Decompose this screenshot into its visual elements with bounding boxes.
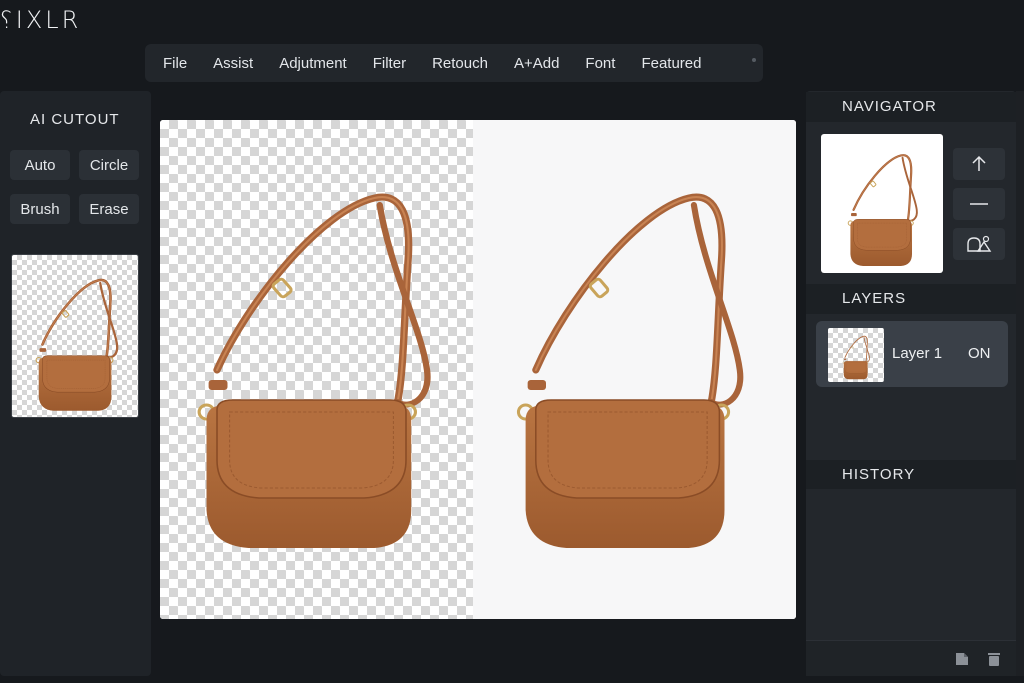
circle-button[interactable]: Circle [79,150,139,180]
navigator-image [847,154,919,268]
navigator-header: NAVIGATOR [806,92,1016,122]
menu-assist[interactable]: Assist [203,55,263,72]
panel-title: AI CUTOUT [30,111,120,128]
shapes-icon[interactable] [953,228,1005,260]
auto-button[interactable]: Auto [10,150,70,180]
bag-cutout-image [160,120,473,619]
panel-footer [806,640,1016,676]
bag-thumbnail-image [34,278,119,413]
layer-image [842,335,870,380]
panel-edge [1016,91,1024,676]
arrow-up-icon[interactable] [953,148,1005,180]
ai-cutout-panel: AI CUTOUT Auto Circle Brush Erase [0,91,151,676]
minus-icon[interactable] [953,188,1005,220]
trash-icon[interactable] [986,651,1002,667]
original-image-side [473,120,796,619]
layer-name: Layer 1 [892,345,943,362]
new-layer-icon[interactable] [954,651,970,667]
menu-adjustment[interactable]: Adjutment [269,55,357,72]
right-panel: NAVIGATOR LAYERS Layer 1 ON HISTORY [806,91,1016,676]
navigator-thumbnail[interactable] [821,134,943,273]
erase-button[interactable]: Erase [79,194,139,224]
cutout-transparent-side [160,120,473,619]
history-header: HISTORY [806,460,1016,490]
image-canvas[interactable] [160,120,796,619]
menu-font[interactable]: Font [575,55,625,72]
menu-filter[interactable]: Filter [363,55,416,72]
history-list [806,489,1016,639]
layers-header: LAYERS [806,284,1016,314]
layer-thumbnail [828,328,884,382]
menu-overflow-dot [752,58,756,62]
layer-row[interactable]: Layer 1 ON [816,321,1008,387]
brush-button[interactable]: Brush [10,194,70,224]
menu-add[interactable]: A+Add [504,55,569,72]
cutout-preview-thumbnail[interactable] [11,254,139,418]
app-logo: ⸮IXLR [0,6,82,34]
menu-featured[interactable]: Featured [631,55,711,72]
bag-original-image [473,120,796,619]
menu-retouch[interactable]: Retouch [422,55,498,72]
menu-file[interactable]: File [153,55,197,72]
menu-bar: File Assist Adjutment Filter Retouch A+A… [145,44,763,82]
layer-visibility-toggle[interactable]: ON [968,345,991,362]
